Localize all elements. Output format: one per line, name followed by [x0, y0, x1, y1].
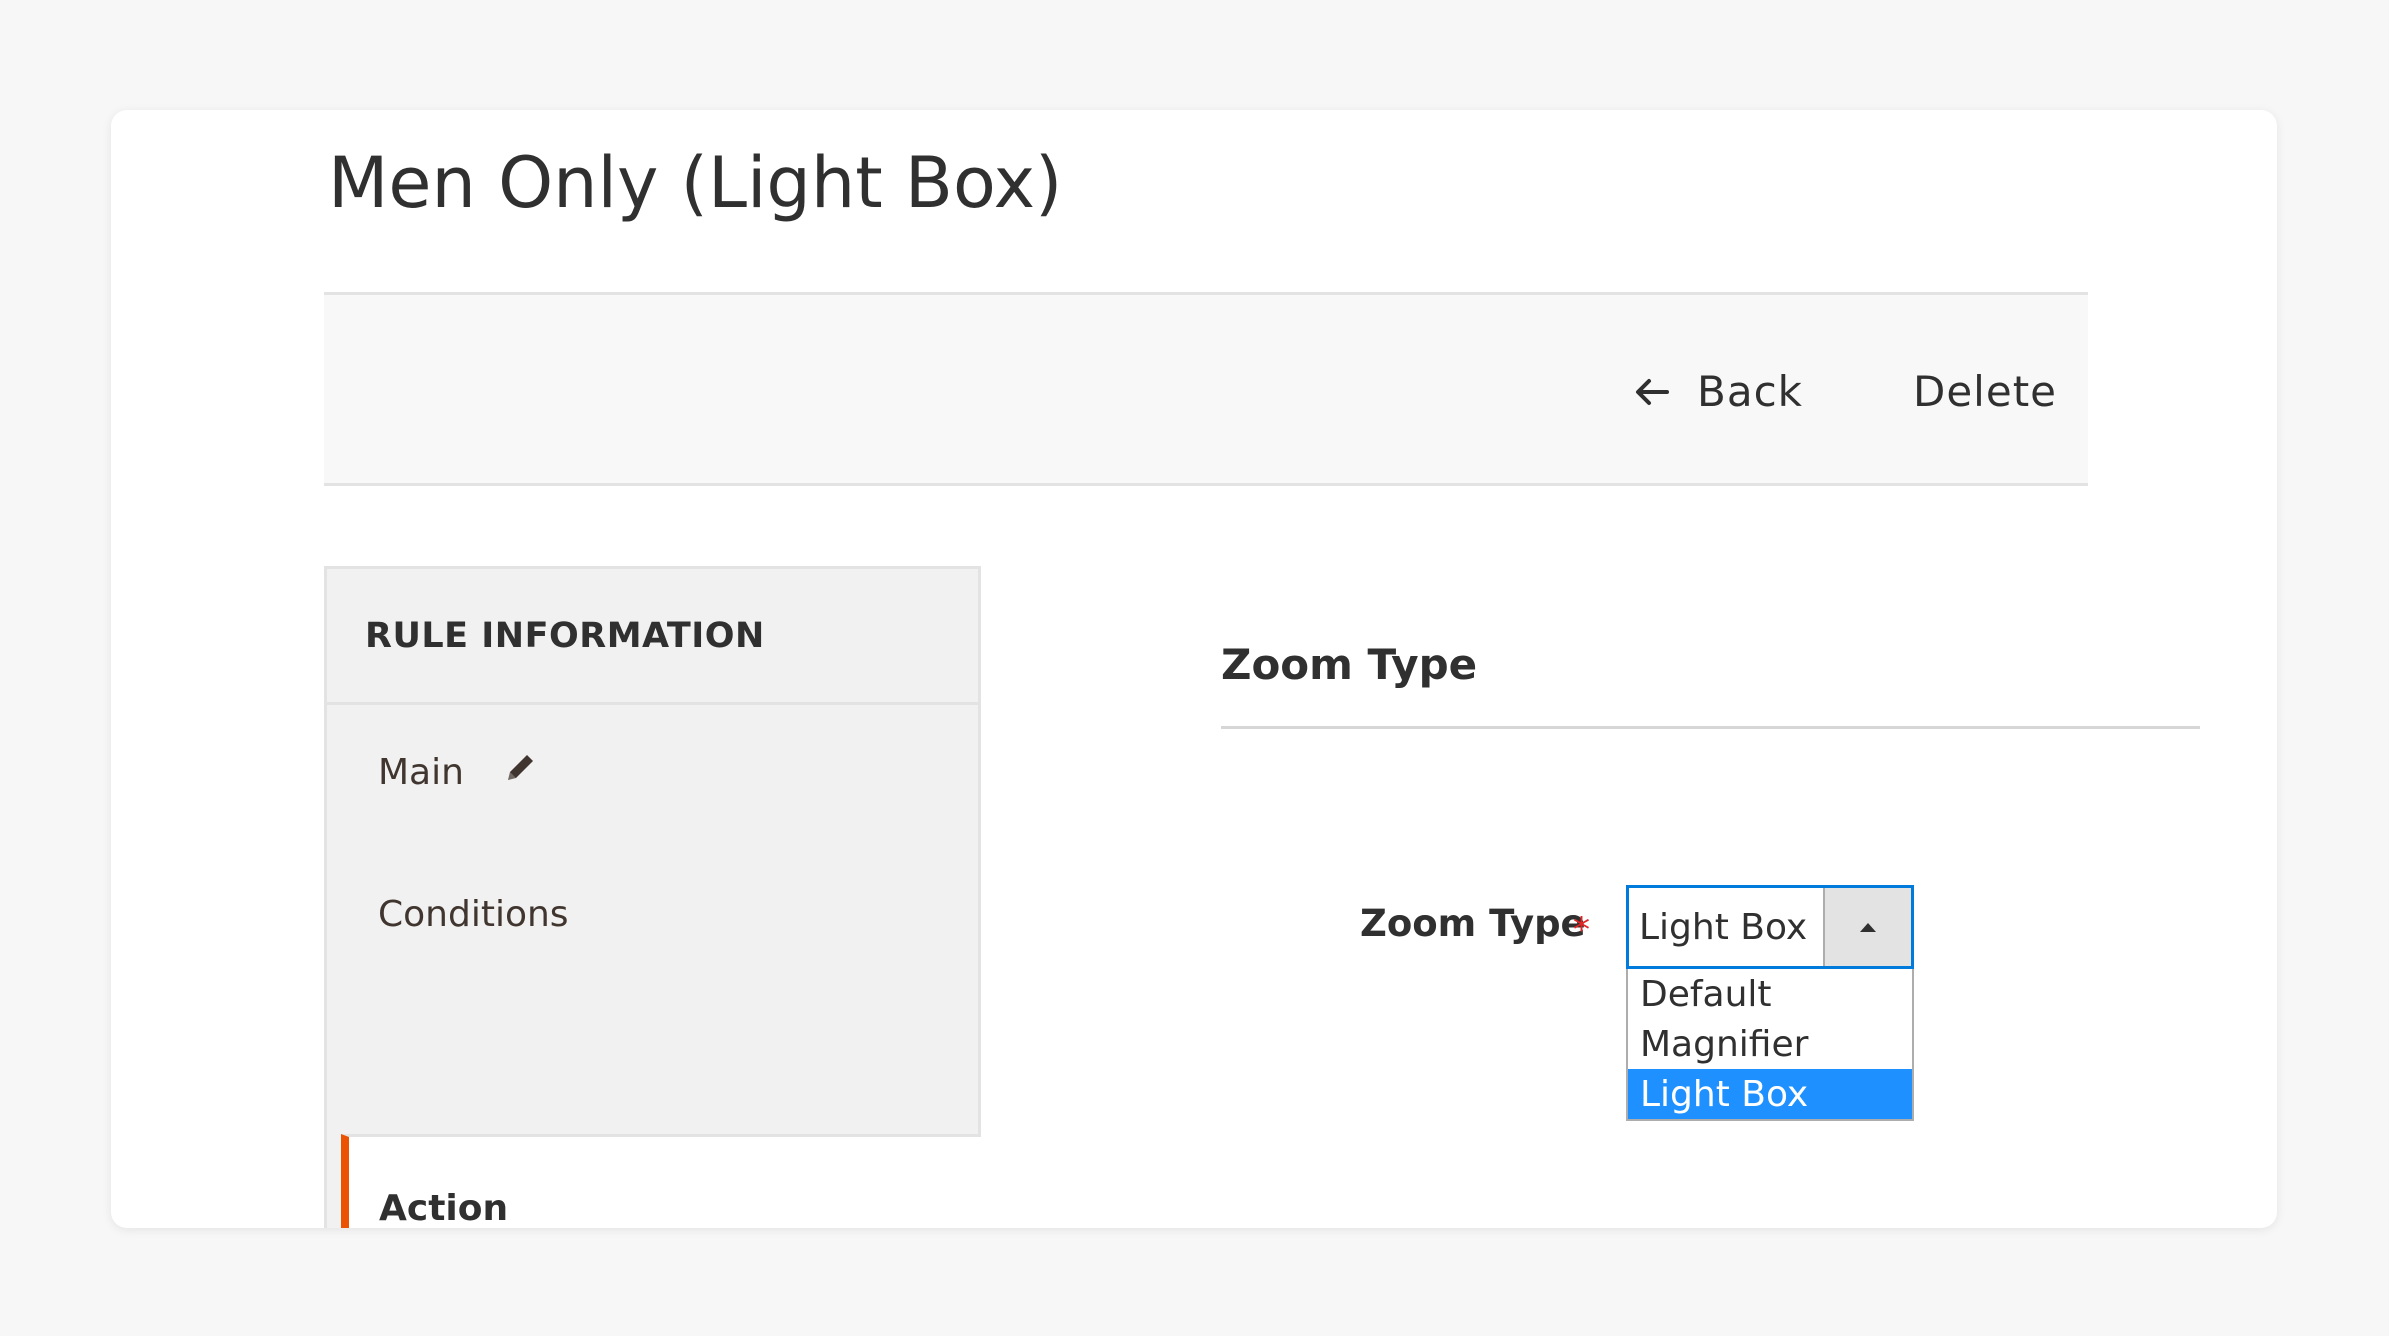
sidebar-item-conditions[interactable]: Conditions [327, 859, 978, 969]
rule-information-sidebar: RULE INFORMATION Main Conditions Action [324, 566, 981, 1228]
section-title: Zoom Type [1221, 640, 1478, 689]
section-divider [1221, 726, 2200, 729]
sidebar-item-action[interactable]: Action [341, 1134, 981, 1228]
sidebar-item-label: Action [379, 1188, 509, 1228]
dropdown-option-default[interactable]: Default [1628, 969, 1912, 1019]
dropdown-option-light-box[interactable]: Light Box [1628, 1069, 1912, 1119]
page-title: Men Only (Light Box) [328, 142, 1063, 224]
pencil-icon [502, 750, 538, 795]
zoom-type-label: Zoom Type [1360, 902, 1586, 945]
sidebar-item-label: Main [378, 751, 464, 793]
chevron-up-icon[interactable] [1823, 888, 1911, 966]
arrow-left-icon [1635, 378, 1670, 406]
required-marker: * [1573, 910, 1590, 950]
dropdown-option-magnifier[interactable]: Magnifier [1628, 1019, 1912, 1069]
select-current-value: Light Box [1639, 906, 1808, 948]
delete-button[interactable]: Delete [1913, 367, 2057, 416]
sidebar-header: RULE INFORMATION [327, 569, 978, 705]
sidebar-item-label: Conditions [378, 893, 569, 935]
zoom-type-select[interactable]: Light Box [1626, 885, 1914, 969]
page-actions-bar: Back Delete [324, 292, 2088, 486]
back-button-label: Back [1697, 367, 1803, 416]
page-card: Men Only (Light Box) Back Delete RULE IN… [111, 110, 2277, 1228]
zoom-type-dropdown: Default Magnifier Light Box [1626, 969, 1914, 1121]
back-button[interactable]: Back [1635, 367, 1803, 416]
sidebar-item-main[interactable]: Main [327, 717, 978, 827]
